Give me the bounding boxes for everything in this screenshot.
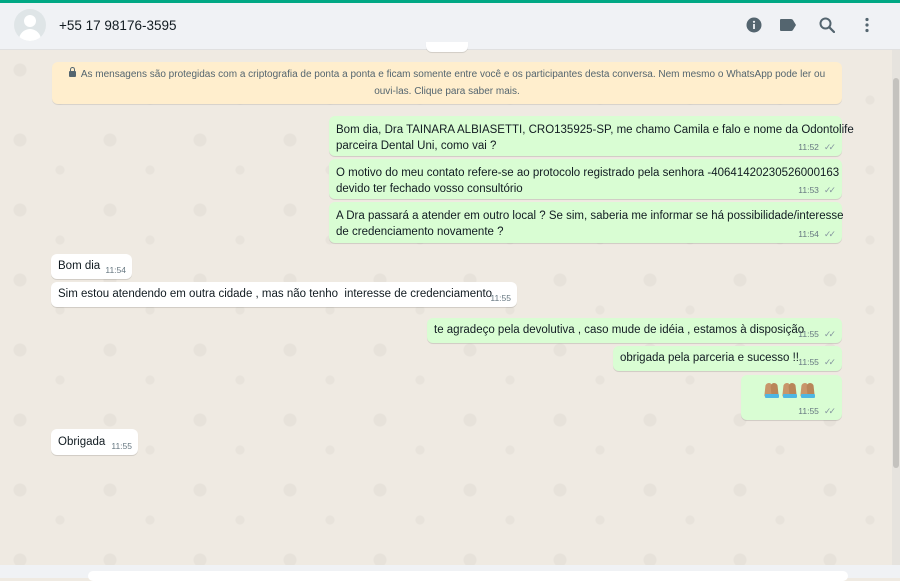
date-divider	[426, 42, 468, 52]
double-check-icon: ✓✓	[823, 357, 836, 367]
message-text: A Dra passará a atender em outro local ?…	[336, 210, 844, 238]
message-bubble-outgoing[interactable]: Bom dia, Dra TAINARA ALBIASETTI, CRO1359…	[329, 116, 854, 156]
message-text: Obrigada	[58, 436, 106, 448]
double-check-icon: ✓✓	[823, 329, 836, 339]
message-bubble-outgoing[interactable]: 11:55 ✓✓	[741, 375, 842, 420]
message-time: 11:54	[105, 265, 126, 275]
encryption-notice-text: As mensagens são protegidas com a cripto…	[80, 69, 826, 97]
message-bubble-incoming[interactable]: Bom dia 11:54	[51, 254, 132, 279]
lock-icon	[68, 67, 76, 77]
message-input[interactable]	[88, 571, 848, 581]
message-time: 11:55	[798, 329, 819, 339]
message-text: O motivo do meu contato refere-se ao pro…	[336, 167, 840, 195]
encryption-notice[interactable]: As mensagens são protegidas com a cripto…	[52, 62, 842, 104]
message-text: te agradeço pela devolutiva , caso mude …	[434, 324, 805, 336]
menu-icon[interactable]	[857, 15, 877, 35]
message-time: 11:55	[111, 441, 132, 451]
message-bubble-incoming[interactable]: Sim estou atendendo em outra cidade , ma…	[51, 282, 517, 307]
message-time: 11:52	[798, 142, 819, 152]
message-time: 11:55	[798, 406, 819, 416]
double-check-icon: ✓✓	[823, 229, 836, 239]
double-check-icon: ✓✓	[823, 406, 836, 416]
message-time: 11:53	[798, 185, 819, 195]
message-time: 11:54	[798, 229, 819, 239]
message-time: 11:55	[490, 293, 511, 303]
message-bubble-incoming[interactable]: Obrigada 11:55	[51, 429, 138, 455]
message-text: Bom dia, Dra TAINARA ALBIASETTI, CRO1359…	[336, 124, 854, 152]
label-icon[interactable]	[778, 15, 798, 35]
contact-name[interactable]: +55 17 98176-3595	[59, 18, 177, 33]
info-icon[interactable]	[744, 15, 764, 35]
message-time: 11:55	[798, 357, 819, 367]
message-text: obrigada pela parceria e sucesso !!	[620, 352, 799, 364]
message-bubble-outgoing[interactable]: O motivo do meu contato refere-se ao pro…	[329, 159, 842, 199]
contact-avatar[interactable]	[14, 9, 46, 41]
message-text: Bom dia	[58, 260, 101, 272]
double-check-icon: ✓✓	[823, 142, 836, 152]
message-text: Sim estou atendendo em outra cidade , ma…	[58, 288, 493, 300]
double-check-icon: ✓✓	[823, 185, 836, 195]
message-bubble-outgoing[interactable]: te agradeço pela devolutiva , caso mude …	[427, 318, 842, 343]
scrollbar-thumb[interactable]	[893, 78, 899, 468]
search-icon[interactable]	[817, 15, 837, 35]
message-bubble-outgoing[interactable]: A Dra passará a atender em outro local ?…	[329, 202, 844, 243]
message-bubble-outgoing[interactable]: obrigada pela parceria e sucesso !! 11:5…	[613, 346, 842, 371]
praying-hands-emoji	[764, 379, 819, 400]
